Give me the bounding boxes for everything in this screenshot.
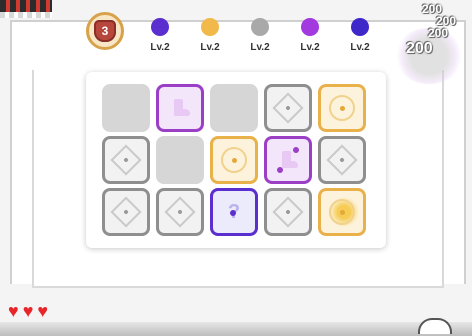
level-item-blue: Lv.2 — [340, 18, 380, 53]
level-label: Lv.2 — [200, 42, 220, 53]
board-cell-yellow[interactable] — [318, 188, 366, 236]
ring-icon — [329, 95, 355, 121]
level-item-gray: Lv.2 — [240, 18, 280, 53]
level-item-purple: Lv.2 — [290, 18, 330, 53]
diamond-icon — [164, 196, 196, 228]
diamond-icon — [272, 92, 304, 124]
board-cell-empty[interactable] — [210, 84, 258, 132]
color-dot-icon — [301, 18, 319, 36]
heart-icon: ♥ — [22, 301, 34, 321]
board-cell-gray[interactable] — [318, 136, 366, 184]
color-dot-icon — [351, 18, 369, 36]
color-dot-icon — [151, 18, 169, 36]
board-cell-gray[interactable] — [102, 136, 150, 184]
level-indicator-row: Lv.2 Lv.2 Lv.2 Lv.2 Lv.2 — [140, 18, 380, 58]
heart-icon: ♥ — [37, 301, 49, 321]
board-cell-empty[interactable] — [102, 84, 150, 132]
level-label: Lv.2 — [350, 42, 370, 53]
lives-display: ♥ ♥ ♥ — [8, 302, 48, 320]
ring-icon — [221, 147, 247, 173]
color-dot-icon — [251, 18, 269, 36]
color-dot-icon — [201, 18, 219, 36]
heart-icon: ♥ — [8, 301, 19, 321]
boot-icon — [170, 99, 190, 117]
corner-decoration-icon — [418, 318, 452, 334]
score-popup: 200 — [428, 26, 449, 40]
board-cell-empty[interactable] — [156, 136, 204, 184]
score-popup-cluster: 200 200 200 200 — [400, 0, 472, 84]
diamond-icon — [110, 196, 142, 228]
diamond-icon — [326, 144, 358, 176]
board-cell-gray[interactable] — [264, 188, 312, 236]
board-cell-purple[interactable] — [264, 136, 312, 184]
board-cell-gray[interactable] — [264, 84, 312, 132]
diamond-icon — [110, 144, 142, 176]
rank-badge[interactable]: 3 — [86, 12, 124, 50]
diamond-icon — [272, 196, 304, 228]
level-label: Lv.2 — [150, 42, 170, 53]
highlight-dot-icon — [293, 147, 299, 153]
ring-icon — [329, 199, 355, 225]
rank-value: 3 — [101, 24, 109, 38]
highlight-dot-icon — [230, 210, 236, 216]
score-popup: 200 — [406, 40, 433, 57]
bottom-shelf — [0, 322, 472, 336]
board-cell-gray[interactable] — [156, 188, 204, 236]
level-item-indigo: Lv.2 — [140, 18, 180, 53]
level-label: Lv.2 — [300, 42, 320, 53]
board-cell-blue[interactable]: ? — [210, 188, 258, 236]
level-item-yellow: Lv.2 — [190, 18, 230, 53]
rank-shield-icon: 3 — [94, 20, 116, 42]
board-cell-gray[interactable] — [102, 188, 150, 236]
board-cell-yellow[interactable] — [210, 136, 258, 184]
board-cell-purple[interactable] — [156, 84, 204, 132]
hazard-stripe-decoration — [0, 0, 52, 18]
level-label: Lv.2 — [250, 42, 270, 53]
game-board: ? — [86, 72, 386, 248]
highlight-dot-icon — [277, 167, 283, 173]
board-cell-yellow[interactable] — [318, 84, 366, 132]
